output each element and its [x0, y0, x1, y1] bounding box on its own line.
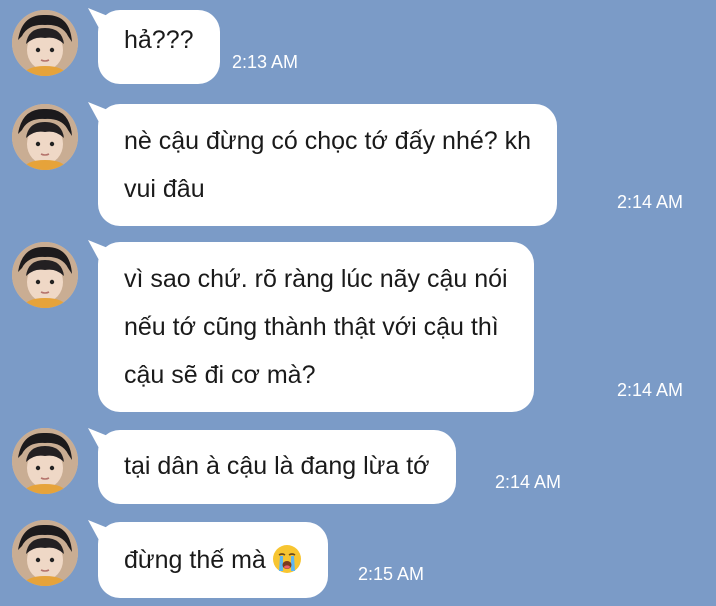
message-timestamp: 2:15 AM — [358, 564, 425, 584]
avatar[interactable] — [12, 520, 78, 586]
avatar-photo-icon — [12, 242, 78, 308]
message-text-line: nè cậu đừng có chọc tớ đấy nhé? kh — [124, 127, 532, 155]
message-bubble[interactable]: nè cậu đừng có chọc tớ đấy nhé? kh vui đ… — [98, 104, 558, 226]
message-text-line: đừng thế mà — [124, 536, 302, 584]
message-timestamp: 2:14 AM — [617, 380, 684, 400]
message-bubble[interactable]: tại dân à cậu là đang lừa tớ — [98, 430, 456, 504]
message-bubble[interactable]: hả??? — [98, 10, 220, 84]
avatar-photo-icon — [12, 520, 78, 586]
chat-thread: hả??? 2:13 AM nè cậu đừng có chọc tớ đấy… — [0, 0, 716, 606]
message-timestamp: 2:14 AM — [495, 472, 562, 492]
message-text-line: vui đâu — [124, 175, 205, 203]
message-bubble[interactable]: vì sao chứ. rõ ràng lúc nãy cậu nói nếu … — [98, 242, 534, 412]
loudly-crying-face-icon — [272, 545, 301, 573]
message-text-line: nếu tớ cũng thành thật với cậu thì — [124, 313, 499, 341]
message-text: tại dân à cậu là đang lừa tớ — [124, 452, 430, 480]
avatar[interactable] — [12, 242, 78, 308]
avatar[interactable] — [12, 10, 78, 76]
message-timestamp: 2:14 AM — [617, 192, 684, 212]
message-timestamp: 2:13 AM — [232, 52, 299, 72]
message-text-line: vì sao chứ. rõ ràng lúc nãy cậu nói — [124, 265, 508, 293]
message-text: hả??? — [124, 26, 194, 54]
avatar-photo-icon — [12, 428, 78, 494]
avatar-photo-icon — [12, 104, 78, 170]
avatar[interactable] — [12, 428, 78, 494]
avatar-photo-icon — [12, 10, 78, 76]
avatar[interactable] — [12, 104, 78, 170]
message-text-line: cậu sẽ đi cơ mà? — [124, 361, 316, 389]
message-text: đừng thế mà — [124, 546, 266, 574]
message-bubble[interactable]: đừng thế mà — [98, 522, 328, 598]
